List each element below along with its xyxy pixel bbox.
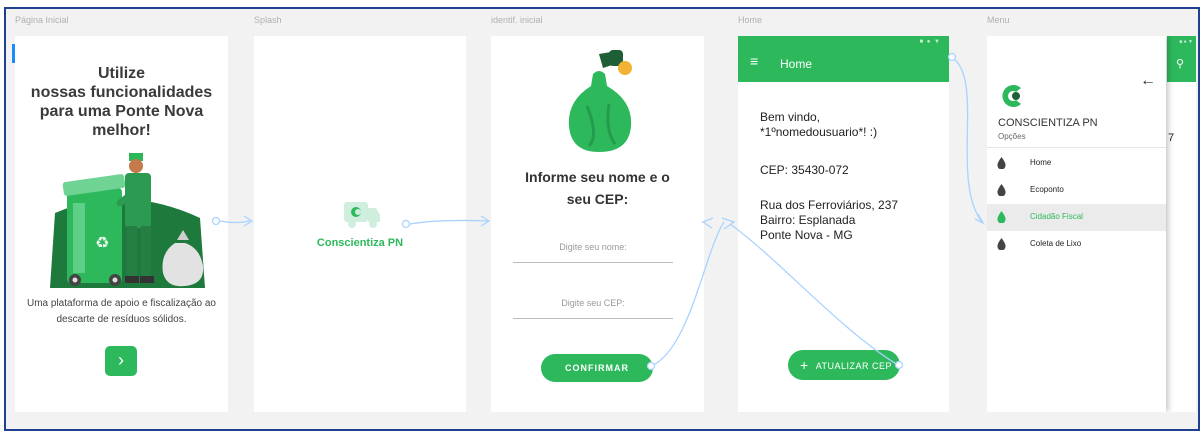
menu-item-label: Home xyxy=(1030,158,1052,167)
frame-label-home[interactable]: Home xyxy=(738,15,762,25)
drop-icon xyxy=(997,184,1006,196)
menu-item-label: Ecoponto xyxy=(1030,185,1064,194)
frame-identif-inicial[interactable]: Informe seu nome e o seu CEP: Digite seu… xyxy=(491,36,704,412)
frame-label-identif-inicial[interactable]: identif. inicial xyxy=(491,15,543,25)
frame-pagina-inicial[interactable]: Utilize nossas funcionalidades para uma … xyxy=(15,36,228,412)
menu-item-label: Cidadão Fiscal xyxy=(1030,212,1083,221)
menu-item-ecoponto[interactable]: Ecoponto xyxy=(987,177,1166,204)
update-cep-button[interactable]: + ATUALIZAR CEP xyxy=(788,350,900,380)
drawer-app-name: CONSCIENTIZA PN xyxy=(998,117,1098,129)
frame-splash[interactable]: Conscientiza PN xyxy=(254,36,466,412)
app-bar-behind-drawer: ■ ● ▼ ⚲ xyxy=(1167,36,1196,82)
svg-text:♻: ♻ xyxy=(95,233,109,252)
drop-icon xyxy=(997,211,1006,223)
status-bar-icons: ■ ● ▼ xyxy=(919,39,941,45)
drawer-subtitle: Opções xyxy=(998,132,1026,141)
frame-label-menu[interactable]: Menu xyxy=(987,15,1010,25)
frame-label-splash[interactable]: Splash xyxy=(254,15,282,25)
cep-value: CEP: 35430-072 xyxy=(760,163,849,177)
next-button[interactable]: › xyxy=(105,346,137,376)
search-icon[interactable]: ⚲ xyxy=(1176,57,1184,70)
plus-icon: + xyxy=(800,357,809,373)
welcome-message: Bem vindo, *1ºnomedousuario*! :) xyxy=(760,110,878,139)
welcome-title: Utilize nossas funcionalidades para uma … xyxy=(30,65,213,139)
status-bar-icons: ■ ● ▼ xyxy=(1179,39,1193,45)
frame-label-pagina-inicial[interactable]: Página Inicial xyxy=(15,15,69,25)
background-text-fragment: 7 xyxy=(1168,132,1175,144)
app-bar: ■ ● ▼ ≡ Home xyxy=(738,36,949,82)
menu-item-label: Coleta de Lixo xyxy=(1030,239,1082,248)
garbage-bag-illustration xyxy=(568,50,632,152)
hamburger-menu-icon[interactable]: ≡ xyxy=(750,54,758,68)
drop-icon xyxy=(997,157,1006,169)
form-prompt: Informe seu nome e o seu CEP: xyxy=(525,169,670,207)
app-logo-icon xyxy=(1002,85,1021,107)
menu-item-home[interactable]: Home xyxy=(987,150,1166,177)
garbage-collector-illustration: ♻ xyxy=(50,153,205,288)
navigation-drawer: ← CONSCIENTIZA PN Opções Home Ecoponto C… xyxy=(987,36,1166,412)
drop-icon xyxy=(997,238,1006,250)
divider xyxy=(987,147,1166,148)
frame-home[interactable]: ■ ● ▼ ≡ Home Bem vindo, *1ºnomedousuario… xyxy=(738,36,949,412)
platform-description: Uma plataforma de apoio e fiscalização a… xyxy=(27,298,216,325)
update-cep-label: ATUALIZAR CEP xyxy=(815,361,893,371)
confirm-button[interactable]: CONFIRMAR xyxy=(541,354,653,382)
name-input[interactable]: Digite seu nome: xyxy=(513,242,673,263)
menu-item-cidadao-fiscal[interactable]: Cidadão Fiscal xyxy=(987,204,1166,231)
app-bar-title: Home xyxy=(780,57,813,71)
brand-name: Conscientiza PN xyxy=(316,237,404,249)
truck-logo-icon xyxy=(344,202,380,228)
frame-menu[interactable]: ■ ● ▼ ⚲ 7 ← CONSCIENTIZA PN Opções Home … xyxy=(987,36,1196,412)
back-arrow-icon[interactable]: ← xyxy=(1140,72,1156,90)
menu-item-coleta-de-lixo[interactable]: Coleta de Lixo xyxy=(987,231,1166,258)
cep-input[interactable]: Digite seu CEP: xyxy=(513,298,673,319)
address-block: Rua dos Ferroviários, 237 Bairro: Esplan… xyxy=(760,198,899,242)
